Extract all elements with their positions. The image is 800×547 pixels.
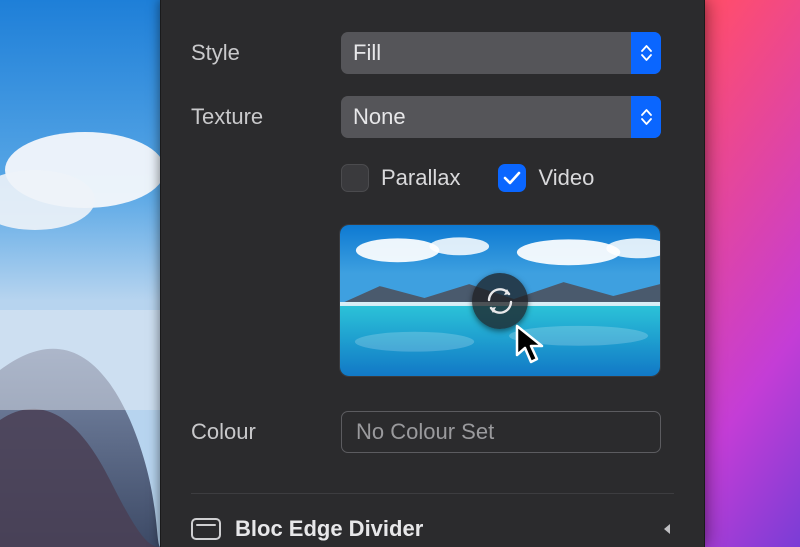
parallax-check[interactable]: Parallax: [341, 164, 460, 192]
texture-label: Texture: [191, 104, 341, 130]
section-icon: [191, 518, 221, 540]
disclosure-left-icon: [660, 522, 674, 536]
texture-row: Texture None: [191, 96, 674, 138]
video-check[interactable]: Video: [498, 164, 594, 192]
style-label: Style: [191, 40, 341, 66]
replace-media-button[interactable]: [472, 273, 528, 329]
checkbox-icon: [341, 164, 369, 192]
video-thumbnail[interactable]: [339, 224, 661, 377]
bloc-edge-divider-section[interactable]: Bloc Edge Divider: [191, 493, 674, 542]
colour-label: Colour: [191, 419, 341, 445]
parallax-check-label: Parallax: [381, 165, 460, 191]
checkbox-checked-icon: [498, 164, 526, 192]
inspector-panel: Style Fill Texture None: [160, 0, 705, 547]
colour-row: Colour No Colour Set: [191, 411, 674, 453]
refresh-icon: [483, 284, 517, 318]
video-check-label: Video: [538, 165, 594, 191]
cursor-icon: [514, 323, 548, 367]
style-row: Style Fill: [191, 32, 674, 74]
texture-checks: Parallax Video: [341, 164, 674, 192]
video-thumbnail-row: [339, 224, 674, 377]
texture-select-value: None: [353, 104, 406, 130]
colour-field[interactable]: No Colour Set: [341, 411, 661, 453]
style-select[interactable]: Fill: [341, 32, 661, 74]
style-select-value: Fill: [353, 40, 381, 66]
texture-select[interactable]: None: [341, 96, 661, 138]
colour-placeholder: No Colour Set: [356, 419, 494, 445]
chevron-up-down-icon: [631, 32, 661, 74]
section-title: Bloc Edge Divider: [235, 516, 646, 542]
chevron-up-down-icon: [631, 96, 661, 138]
